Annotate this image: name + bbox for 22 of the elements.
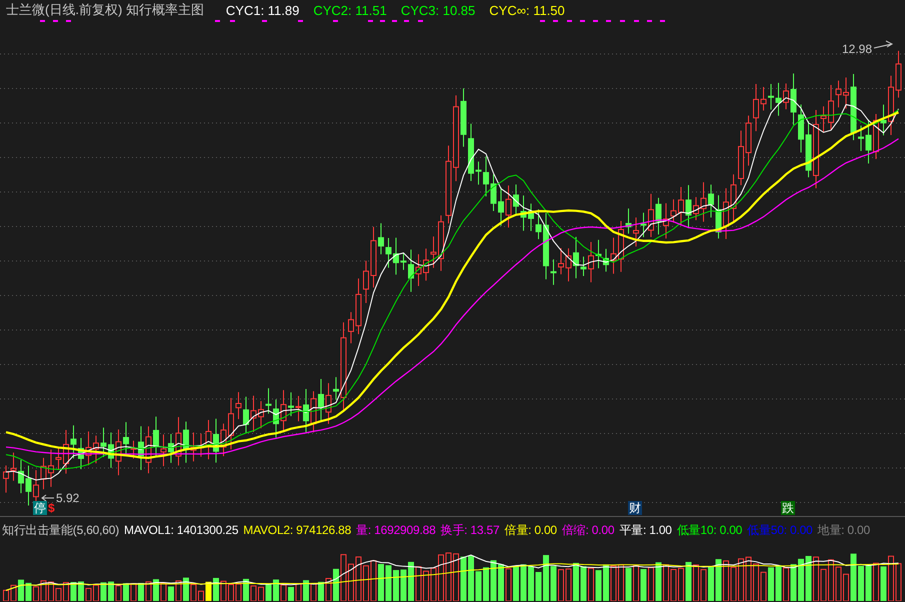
indicator-value: MAVOL1: 1401300.25	[124, 523, 238, 537]
indicator-value: 倍量: 0.00	[504, 522, 557, 538]
indicator-value: 平量: 1.00	[619, 522, 672, 538]
low-price-label: 5.92	[56, 491, 80, 505]
fall-badge: 跌	[781, 501, 795, 515]
indicator-value: 低量50: 0.00	[747, 522, 813, 538]
dollar-mark: $	[47, 501, 56, 515]
indicator-value: 倍缩: 0.00	[562, 522, 614, 538]
finance-badge: 财	[628, 501, 642, 515]
indicator-value: 换手: 13.57	[440, 522, 500, 538]
indicator-value: CYC3: 10.85	[400, 2, 476, 18]
indicator-value: CYC∞: 11.50	[489, 2, 565, 18]
chart-title: 士兰微(日线.前复权) 知行概率主图	[6, 1, 204, 19]
indicator-value: MAVOL2: 974126.88	[243, 523, 352, 537]
high-price-label: 12.98	[842, 42, 872, 56]
indicator-value: 地量: 0.00	[818, 522, 870, 538]
indicator-value: 量: 1692909.88	[356, 522, 436, 538]
limit-stop-badge: 停	[33, 501, 47, 515]
indicator-value: CYC2: 11.51	[313, 2, 387, 18]
indicator-value: CYC1: 11.89	[226, 2, 300, 18]
indicator-value: 低量10: 0.00	[676, 522, 742, 538]
indicator-title: 知行出击量能(5,60,60)	[2, 522, 120, 538]
